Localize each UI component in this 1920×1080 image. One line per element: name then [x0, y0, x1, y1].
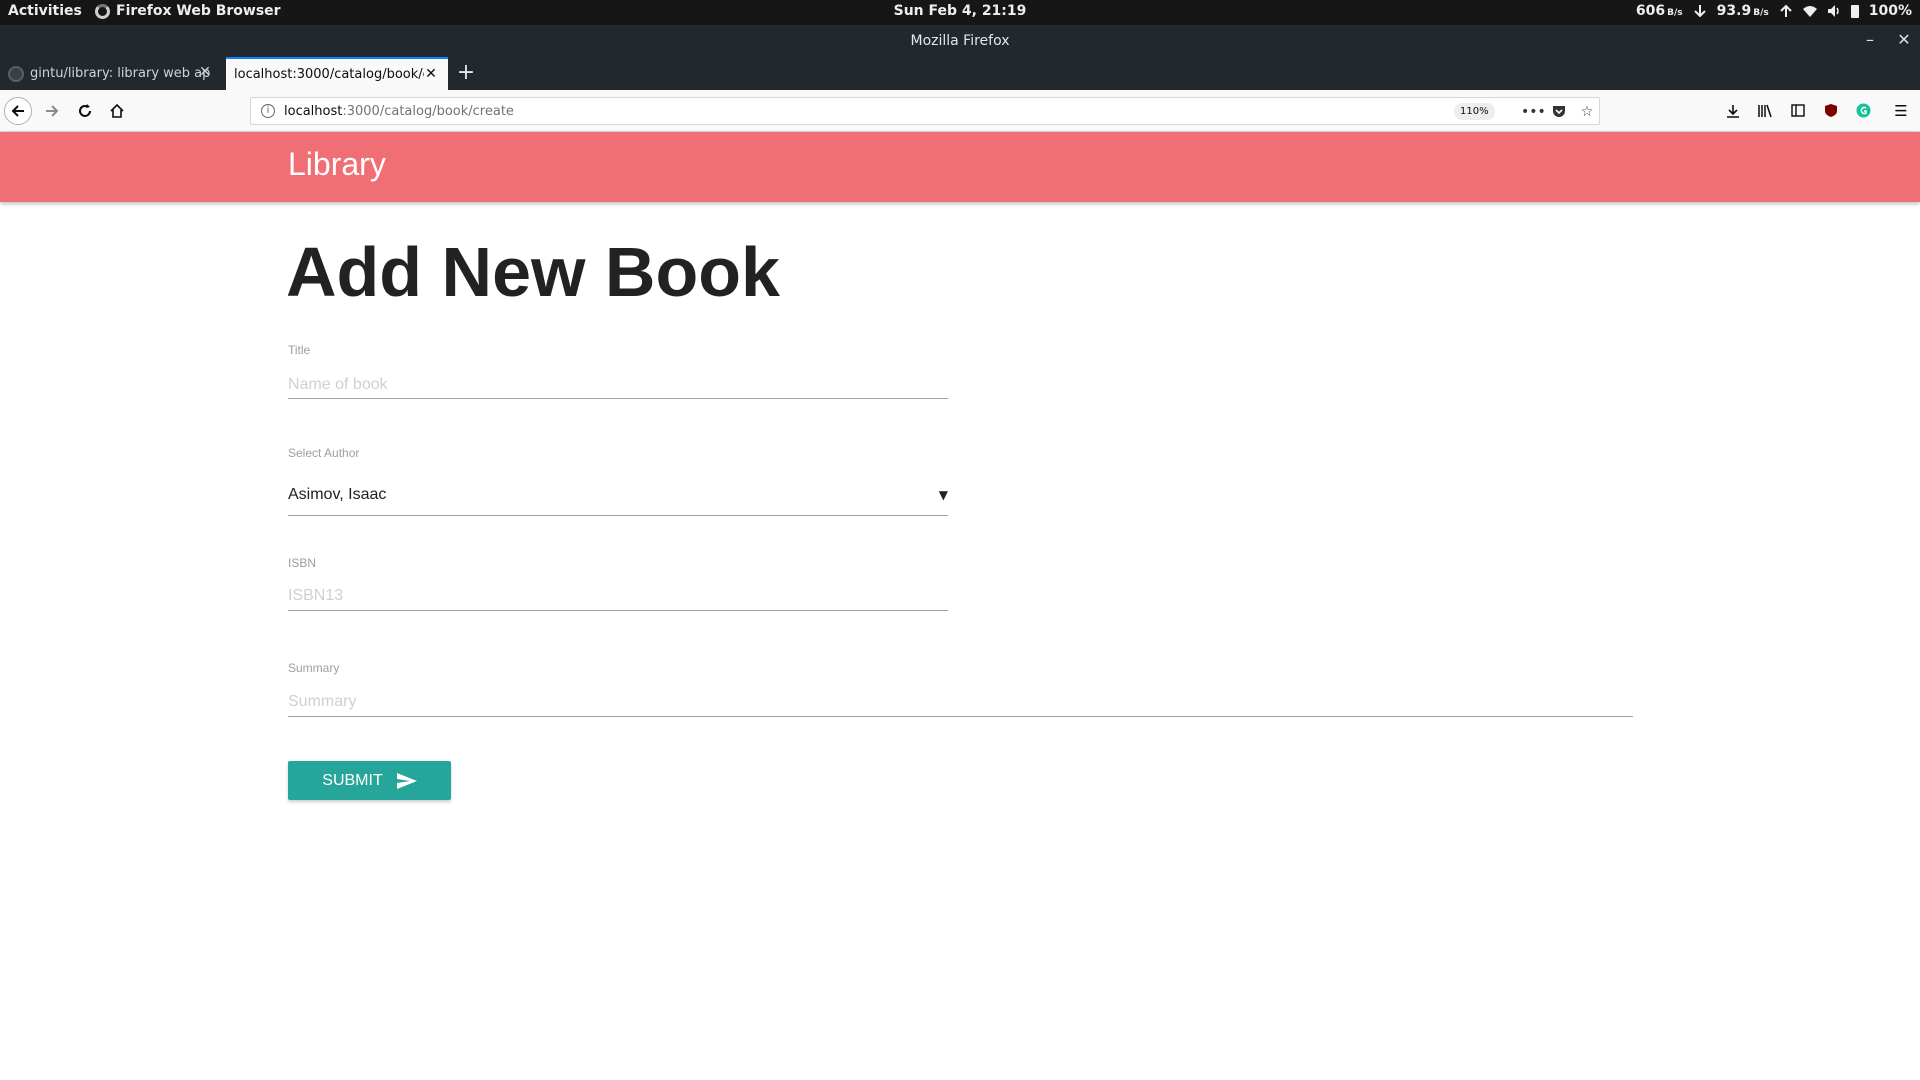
bookmark-star-icon[interactable]: ☆	[1576, 101, 1598, 123]
send-icon	[396, 772, 417, 789]
library-icon[interactable]	[1755, 100, 1777, 122]
reload-button[interactable]	[71, 97, 99, 125]
author-select[interactable]: Asimov, Isaac ▼	[288, 476, 948, 516]
isbn-field: ISBN	[288, 556, 948, 611]
window-titlebar: Mozilla Firefox – ✕	[0, 25, 1920, 57]
upload-rate: 606 B/s	[1635, 3, 1683, 19]
hamburger-menu-icon[interactable]: ☰	[1890, 100, 1912, 122]
sidebar-icon[interactable]	[1787, 100, 1809, 122]
title-field: Title	[288, 343, 948, 399]
page-title: Add New Book	[286, 233, 780, 311]
minimize-button[interactable]: –	[1860, 30, 1880, 50]
upload-arrow-icon	[1780, 4, 1792, 17]
status-area[interactable]: 606 B/s 93.9 B/s 100%	[1636, 3, 1912, 19]
author-label: Select Author	[288, 446, 360, 460]
github-icon	[8, 65, 24, 82]
tab-label: gintu/library: library web ap	[30, 66, 210, 81]
isbn-label: ISBN	[288, 556, 317, 570]
summary-label: Summary	[288, 661, 340, 675]
zoom-indicator[interactable]: 110%	[1454, 103, 1495, 120]
pocket-icon[interactable]	[1548, 101, 1570, 123]
reload-icon	[79, 104, 91, 117]
home-icon	[110, 103, 124, 118]
dropdown-caret-icon: ▼	[938, 488, 948, 502]
site-brand[interactable]: Library	[288, 146, 386, 183]
wifi-icon	[1802, 6, 1817, 17]
url-bar[interactable]: i localhost:3000/catalog/book/create 110…	[250, 97, 1600, 125]
close-tab-icon[interactable]: ✕	[422, 65, 440, 83]
title-input[interactable]	[288, 371, 948, 399]
close-tab-icon[interactable]: ✕	[196, 63, 214, 81]
page-actions-icon[interactable]: •••	[1521, 101, 1546, 123]
grammarly-icon[interactable]	[1852, 100, 1874, 122]
downloads-icon[interactable]	[1722, 100, 1744, 122]
ublock-origin-icon[interactable]	[1820, 100, 1842, 122]
download-arrow-icon	[1693, 5, 1706, 18]
tab-localhost-create[interactable]: localhost:3000/catalog/book/c ✕	[226, 57, 448, 90]
clock[interactable]: Sun Feb 4, 21:19	[0, 3, 1920, 19]
window-title: Mozilla Firefox	[910, 33, 1010, 49]
author-selected-value: Asimov, Isaac	[288, 486, 387, 503]
forward-button[interactable]	[38, 97, 66, 125]
forward-arrow-icon	[46, 105, 59, 117]
author-field: Select Author Asimov, Isaac ▼	[288, 446, 948, 516]
site-info-icon[interactable]: i	[261, 104, 275, 118]
download-rate: 93.9 B/s	[1716, 3, 1769, 19]
summary-input[interactable]	[288, 687, 1633, 717]
system-top-bar: Activities Firefox Web Browser Sun Feb 4…	[0, 0, 1920, 25]
home-button[interactable]	[103, 97, 131, 125]
window-close-button[interactable]: ✕	[1894, 30, 1914, 50]
tab-github-library[interactable]: gintu/library: library web ap ✕	[0, 57, 222, 90]
url-text[interactable]: localhost:3000/catalog/book/create	[284, 104, 514, 119]
battery-percent: 100%	[1868, 3, 1912, 19]
site-header: Library	[0, 132, 1920, 202]
volume-icon	[1827, 5, 1839, 17]
tab-strip: gintu/library: library web ap ✕ localhos…	[0, 57, 1920, 90]
back-button[interactable]	[4, 97, 32, 125]
battery-icon	[1850, 4, 1859, 18]
submit-button[interactable]: SUBMIT	[288, 761, 451, 800]
summary-field: Summary	[288, 661, 1633, 717]
submit-label: SUBMIT	[322, 771, 383, 789]
navigation-toolbar: i localhost:3000/catalog/book/create 110…	[0, 90, 1920, 132]
new-tab-button[interactable]: +	[455, 62, 477, 85]
title-label: Title	[288, 343, 311, 357]
back-arrow-icon	[11, 105, 24, 117]
isbn-input[interactable]	[288, 582, 948, 611]
tab-label: localhost:3000/catalog/book/c	[234, 67, 424, 82]
